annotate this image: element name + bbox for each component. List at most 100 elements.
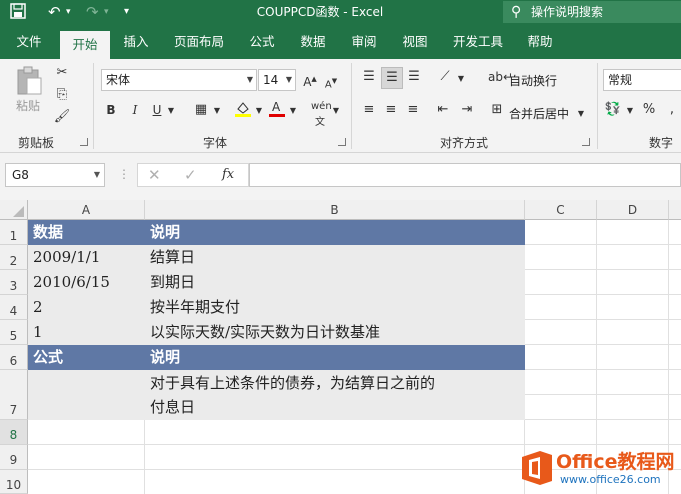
formula-bar-resize-handle[interactable]: ⋮	[118, 167, 130, 181]
row-header-3[interactable]: 3	[0, 270, 28, 295]
font-size-dropdown[interactable]: 14 ▼	[258, 69, 296, 91]
border-dropdown-icon[interactable]: ▼	[212, 103, 222, 119]
align-bottom-icon[interactable]: ☰	[405, 69, 423, 85]
cell-b7-line-2: 付息日	[150, 398, 196, 416]
tab-view[interactable]: 视图	[393, 25, 437, 59]
cut-icon[interactable]: ✂	[52, 65, 72, 81]
undo-dropdown-icon[interactable]: ▾	[66, 3, 71, 21]
italic-button[interactable]: I	[128, 102, 142, 118]
tab-home[interactable]: 开始	[60, 31, 110, 59]
column-header-e[interactable]	[669, 200, 681, 220]
save-icon[interactable]	[10, 3, 26, 21]
merge-center-icon[interactable]: ⊞	[488, 102, 506, 118]
row-header-6[interactable]: 6	[0, 345, 28, 370]
merge-center-button[interactable]: 合并后居中	[509, 105, 569, 122]
font-color-dropdown-icon[interactable]: ▼	[288, 103, 298, 119]
column-header-b[interactable]: B	[145, 200, 525, 220]
align-center-icon[interactable]: ≡	[382, 102, 400, 118]
cell-a6[interactable]: 公式	[28, 345, 145, 370]
cell-b7[interactable]: 对于具有上述条件的债券，为结算日之前的 付息日	[145, 370, 525, 420]
fill-color-icon[interactable]	[234, 100, 252, 123]
increase-indent-icon[interactable]: ⇥	[458, 102, 476, 118]
wrap-text-button[interactable]: 自动换行	[509, 72, 557, 89]
row-header-2[interactable]: 2	[0, 245, 28, 270]
border-icon[interactable]: ▦	[192, 102, 210, 118]
percent-button[interactable]: %	[641, 102, 657, 118]
align-right-icon[interactable]: ≡	[404, 102, 422, 118]
cell-b3[interactable]: 到期日	[145, 270, 525, 295]
font-name-dropdown[interactable]: 宋体 ▼	[101, 69, 257, 91]
clipboard-launcher-icon[interactable]	[80, 138, 88, 146]
row-header-5[interactable]: 5	[0, 320, 28, 345]
phonetic-dropdown-icon[interactable]: ▼	[331, 103, 341, 119]
name-box[interactable]: G8 ▼	[5, 163, 105, 187]
fill-color-dropdown-icon[interactable]: ▼	[254, 103, 264, 119]
font-launcher-icon[interactable]	[338, 138, 346, 146]
customize-quick-access-icon[interactable]: ▾	[124, 3, 129, 21]
select-all-corner[interactable]	[0, 200, 28, 220]
phonetic-guide-icon[interactable]: wén 文	[311, 99, 332, 131]
redo-icon[interactable]: ↷	[86, 3, 99, 21]
column-header-a[interactable]: A	[28, 200, 145, 220]
cell-b5[interactable]: 以实际天数/实际天数为日计数基准	[145, 320, 525, 345]
cell-a7[interactable]	[28, 370, 145, 420]
cell-a2[interactable]: 2009/1/1	[28, 245, 145, 270]
tab-insert[interactable]: 插入	[114, 25, 158, 59]
empty-cells-right[interactable]	[525, 220, 681, 420]
row-header-7[interactable]: 7	[0, 370, 28, 420]
format-painter-icon[interactable]: 🖌	[52, 109, 72, 125]
accounting-dropdown-icon[interactable]: ▼	[625, 103, 635, 119]
row-header-9[interactable]: 9	[0, 445, 28, 470]
column-header-c[interactable]: C	[525, 200, 597, 220]
merge-dropdown-icon[interactable]: ▼	[576, 106, 586, 122]
tab-file[interactable]: 文件	[8, 25, 50, 59]
cell-a1[interactable]: 数据	[28, 220, 145, 245]
orientation-icon[interactable]: ⟋	[436, 69, 454, 85]
redo-dropdown-icon[interactable]: ▾	[104, 3, 109, 21]
tab-help[interactable]: 帮助	[518, 25, 562, 59]
insert-function-button[interactable]: fx	[222, 167, 234, 182]
cell-b1[interactable]: 说明	[145, 220, 525, 245]
bold-button[interactable]: B	[104, 102, 118, 118]
undo-icon[interactable]: ↶	[48, 3, 61, 21]
cell-b6[interactable]: 说明	[145, 345, 525, 370]
font-color-icon[interactable]: A	[268, 99, 286, 124]
accounting-format-icon[interactable]: 💱	[604, 102, 622, 118]
tab-review[interactable]: 审阅	[342, 25, 386, 59]
cell-b2[interactable]: 结算日	[145, 245, 525, 270]
office-logo-icon	[522, 451, 552, 485]
underline-dropdown-icon[interactable]: ▼	[166, 103, 176, 119]
row-header-10[interactable]: 10	[0, 470, 28, 494]
formula-input[interactable]	[249, 163, 681, 187]
tab-page-layout[interactable]: 页面布局	[165, 25, 233, 59]
decrease-indent-icon[interactable]: ⇤	[434, 102, 452, 118]
increase-font-icon[interactable]: A▲	[301, 71, 319, 90]
tell-me-box[interactable]: ⚲ 操作说明搜索	[503, 1, 681, 23]
column-header-d[interactable]: D	[597, 200, 669, 220]
tab-developer[interactable]: 开发工具	[445, 25, 511, 59]
row-header-1[interactable]: 1	[0, 220, 28, 245]
row-header-4[interactable]: 4	[0, 295, 28, 320]
tell-me-text: 操作说明搜索	[531, 5, 604, 19]
row-header-8[interactable]: 8	[0, 420, 28, 445]
wrap-text-icon[interactable]: ab↵	[488, 69, 513, 85]
align-left-icon[interactable]: ≡	[360, 102, 378, 118]
cell-a3[interactable]: 2010/6/15	[28, 270, 145, 295]
alignment-launcher-icon[interactable]	[582, 138, 590, 146]
cancel-icon[interactable]: ✕	[148, 166, 161, 184]
watermark-brand: Office教程网	[556, 451, 675, 473]
cell-b4[interactable]: 按半年期支付	[145, 295, 525, 320]
cell-a4[interactable]: 2	[28, 295, 145, 320]
comma-style-icon[interactable]: ,	[664, 102, 680, 118]
align-middle-icon[interactable]: ☰	[381, 67, 403, 89]
tab-data[interactable]: 数据	[291, 25, 335, 59]
copy-icon[interactable]: ⎘	[52, 87, 72, 103]
enter-icon[interactable]: ✓	[184, 166, 197, 184]
underline-button[interactable]: U	[150, 102, 164, 118]
decrease-font-icon[interactable]: A▼	[322, 73, 340, 93]
orientation-dropdown-icon[interactable]: ▼	[456, 71, 466, 87]
number-format-dropdown[interactable]: 常规	[603, 69, 681, 91]
cell-a5[interactable]: 1	[28, 320, 145, 345]
tab-formulas[interactable]: 公式	[240, 25, 284, 59]
align-top-icon[interactable]: ☰	[360, 69, 378, 85]
